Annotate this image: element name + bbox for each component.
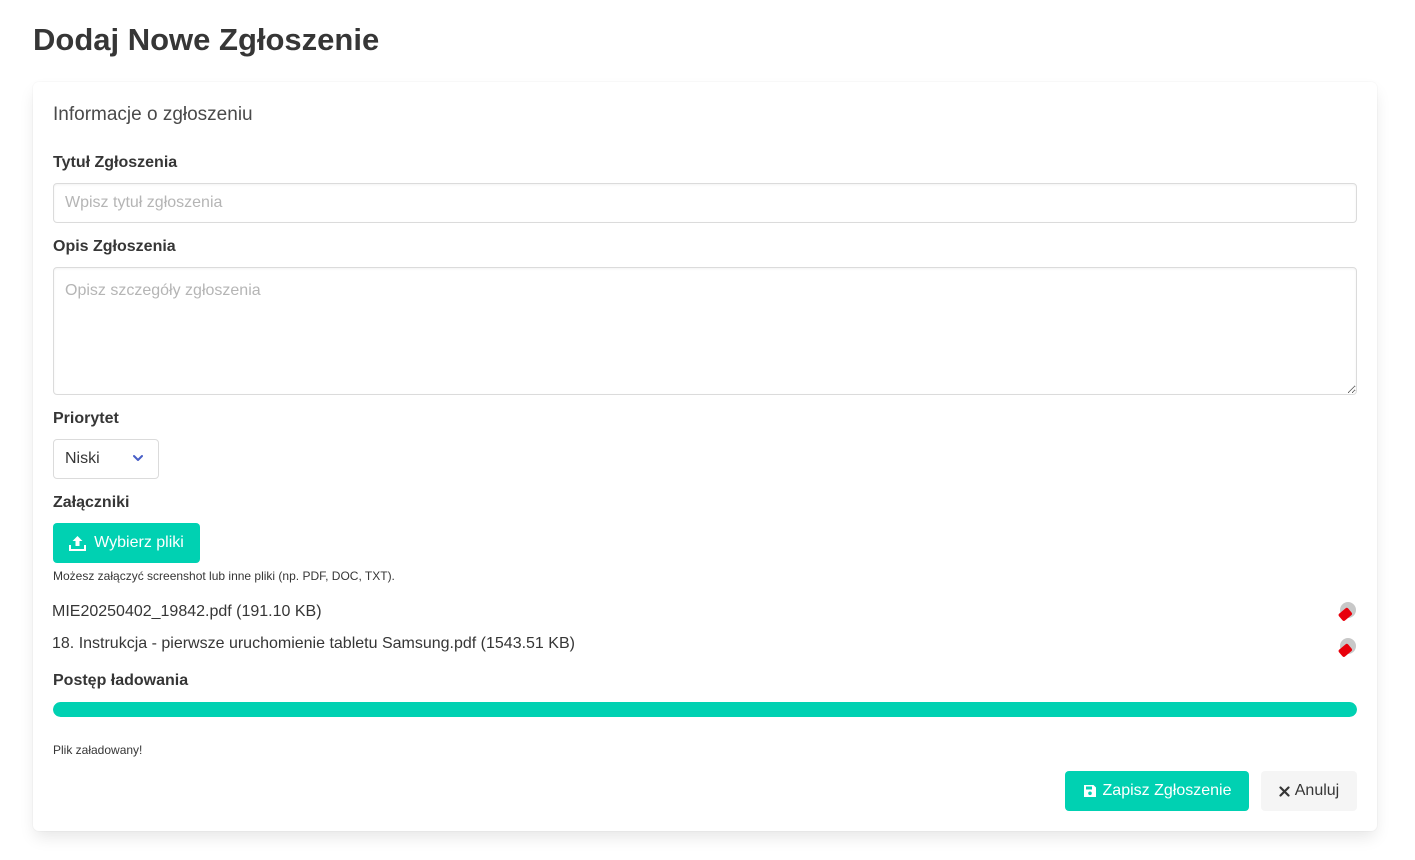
- file-list-item: MIE20250402_19842.pdf (191.10 KB): [52, 601, 1357, 629]
- delete-file-icon[interactable]: [1335, 637, 1357, 659]
- upload-icon: [69, 536, 87, 551]
- attachments-help-text: Możesz załączyć screenshot lub inne plik…: [53, 569, 395, 583]
- description-textarea[interactable]: [53, 267, 1357, 395]
- choose-files-label: Wybierz pliki: [94, 534, 184, 551]
- card-subtitle: Informacje o zgłoszeniu: [53, 104, 253, 125]
- attachments-label: Załączniki: [53, 494, 130, 511]
- ticket-form-card: Informacje o zgłoszeniu Tytuł Zgłoszenia…: [33, 82, 1377, 831]
- cancel-button[interactable]: Anuluj: [1261, 771, 1357, 811]
- priority-select[interactable]: Niski: [53, 439, 159, 479]
- upload-progress-bar: [53, 702, 1357, 717]
- description-label: Opis Zgłoszenia: [53, 238, 176, 255]
- file-name: MIE20250402_19842.pdf (191.10 KB): [52, 603, 322, 620]
- title-label: Tytuł Zgłoszenia: [53, 154, 178, 171]
- chevron-down-icon: [133, 455, 143, 461]
- save-ticket-button[interactable]: Zapisz Zgłoszenie: [1065, 771, 1249, 811]
- file-name: 18. Instrukcja - pierwsze uruchomienie t…: [52, 635, 575, 652]
- upload-status-text: Plik załadowany!: [53, 743, 143, 757]
- save-ticket-label: Zapisz Zgłoszenie: [1102, 782, 1232, 799]
- upload-progress-label: Postęp ładowania: [53, 672, 189, 689]
- priority-selected-value: Niski: [65, 450, 100, 467]
- save-icon: [1083, 785, 1096, 797]
- choose-files-button[interactable]: Wybierz pliki: [53, 523, 200, 563]
- delete-file-icon[interactable]: [1335, 601, 1357, 623]
- cancel-label: Anuluj: [1294, 782, 1340, 799]
- priority-label: Priorytet: [53, 410, 119, 427]
- page-title: Dodaj Nowe Zgłoszenie: [33, 22, 380, 57]
- title-input[interactable]: [53, 183, 1357, 223]
- upload-progress-fill: [53, 702, 1357, 717]
- close-icon: [1279, 785, 1290, 797]
- file-list-item: 18. Instrukcja - pierwsze uruchomienie t…: [52, 633, 1357, 661]
